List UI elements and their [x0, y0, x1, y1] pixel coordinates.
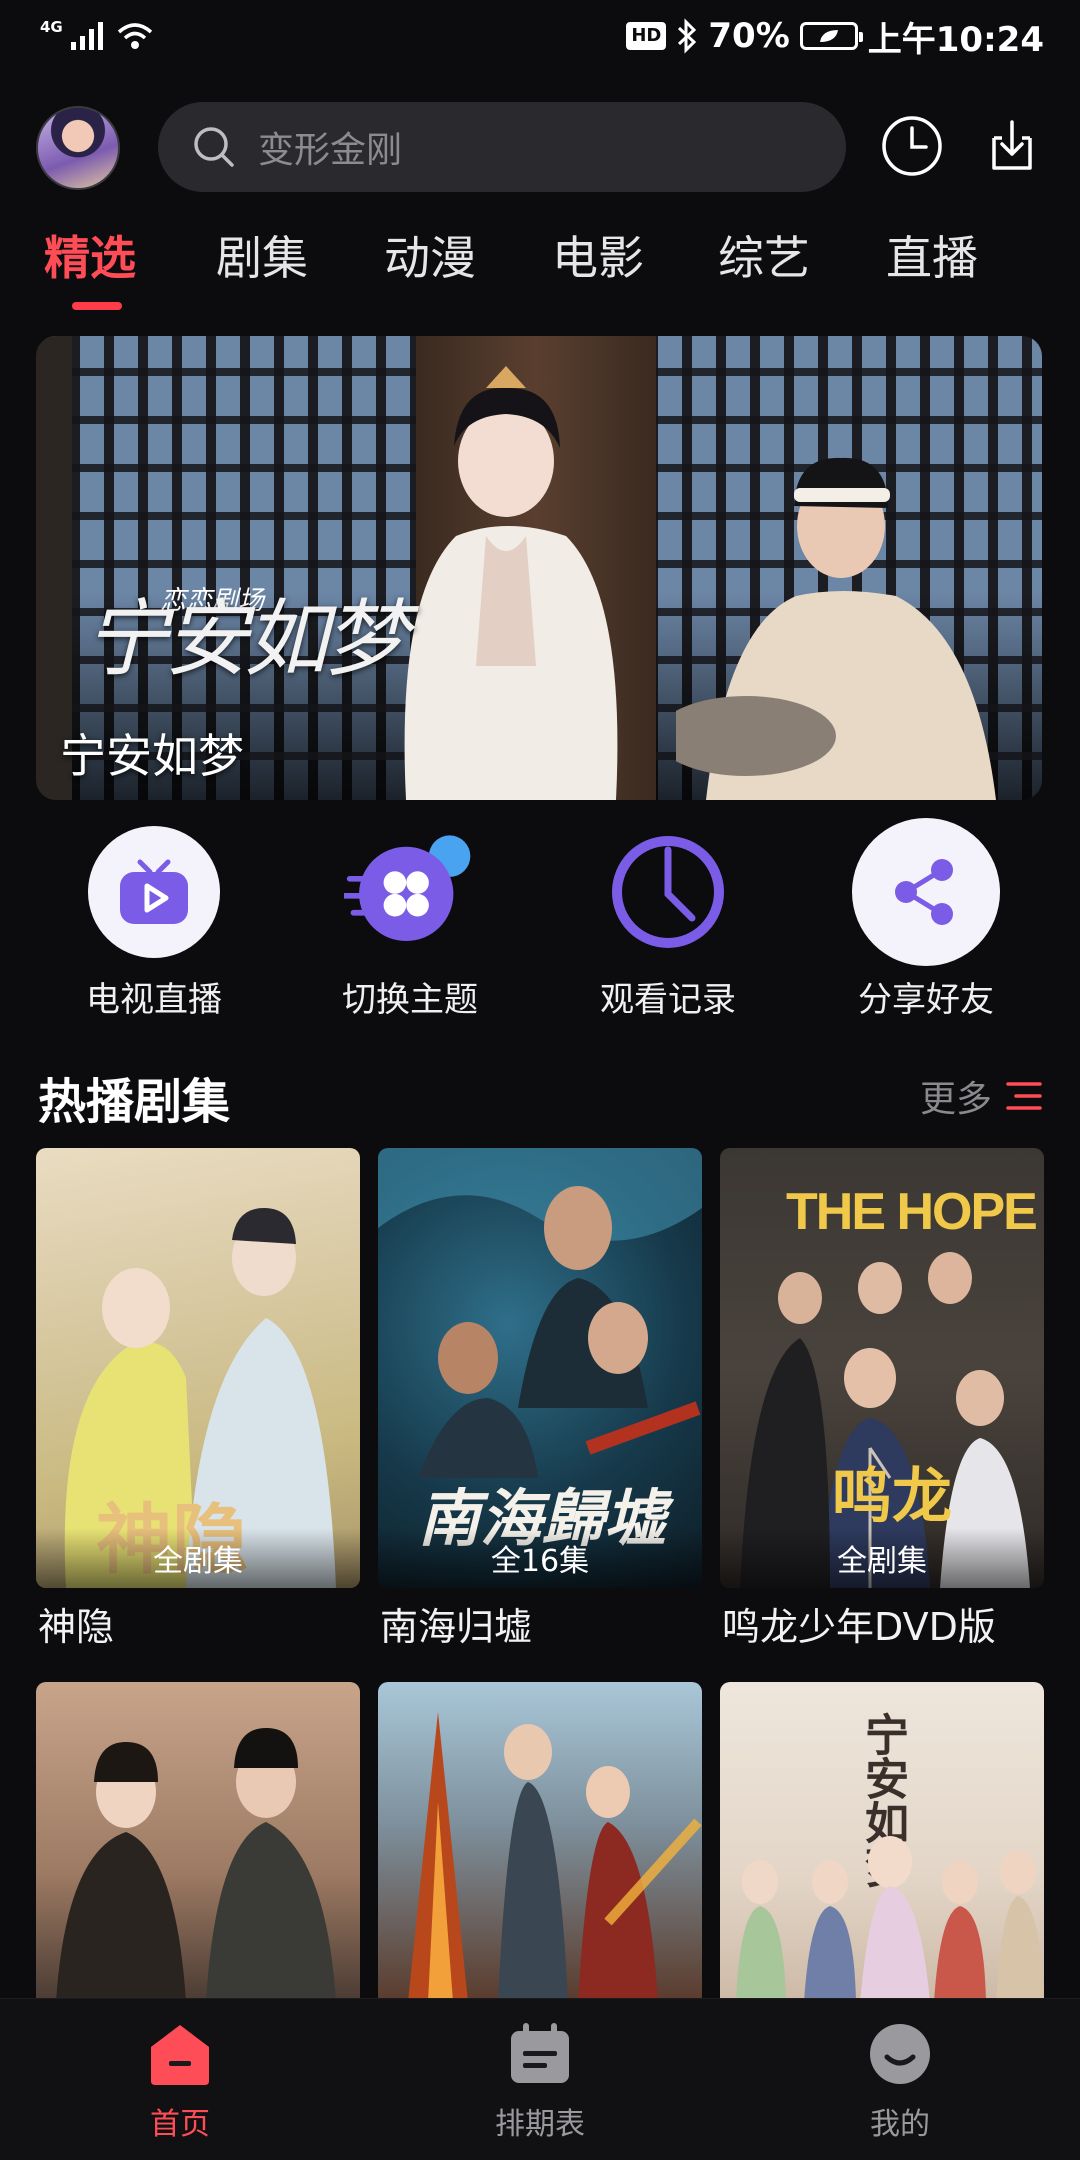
quick-action-label: 电视直播 [86, 980, 222, 1020]
episode-badge: 全剧集 [36, 1528, 360, 1588]
clock: 上午10:24 [867, 19, 1044, 60]
more-button[interactable]: 更多 [920, 1070, 1042, 1122]
calendar-icon [511, 2023, 569, 2083]
search-input[interactable]: 变形金刚 [158, 102, 846, 192]
status-bar: 4G HD 70% 上午10:24 [0, 0, 1080, 72]
history-icon [612, 836, 724, 948]
nav-label: 我的 [870, 2107, 930, 2142]
poster-title[interactable]: 南海归墟 [380, 1596, 532, 1651]
poster-title[interactable]: 鸣龙少年DVD版 [722, 1596, 996, 1651]
nav-home[interactable]: 首页 [90, 2021, 270, 2143]
poster-title[interactable]: 神隐 [38, 1596, 114, 1651]
episode-badge: 全剧集 [720, 1528, 1044, 1588]
quick-action-label: 分享好友 [858, 980, 994, 1020]
poster-card[interactable] [36, 1682, 360, 2002]
home-icon [151, 2025, 209, 2085]
category-tabs: 精选 剧集 动漫 电影 综艺 直播 [0, 222, 1080, 312]
banner-title: 宁安如梦 [60, 729, 244, 783]
search-placeholder: 变形金刚 [258, 130, 403, 171]
section-title: 热播剧集 [38, 1074, 231, 1130]
list-icon [1006, 1082, 1042, 1110]
battery-icon [799, 22, 863, 50]
profile-icon [870, 2024, 930, 2084]
share-icon [895, 859, 953, 925]
quick-actions: 电视直播 切换主题 观看记录 分享好友 [0, 818, 1080, 1026]
more-label: 更多 [919, 1079, 992, 1120]
signal-icon [70, 22, 103, 50]
tab-live[interactable]: 直播 [886, 222, 978, 288]
quick-action-history[interactable]: 观看记录 [568, 826, 768, 1021]
tab-movies[interactable]: 电影 [552, 222, 644, 288]
tab-indicator [72, 302, 122, 310]
tv-icon [120, 859, 188, 924]
top-bar: 变形金刚 [0, 100, 1080, 196]
nav-schedule[interactable]: 排期表 [450, 2021, 630, 2143]
bluetooth-icon [678, 18, 697, 54]
theme-icon [344, 835, 471, 942]
network-type: 4G [40, 17, 63, 36]
bottom-nav: 首页 排期表 我的 [0, 1998, 1080, 2160]
quick-action-share[interactable]: 分享好友 [826, 818, 1026, 1021]
poster-card[interactable] [378, 1682, 702, 2002]
hot-series-header: 热播剧集 更多 [38, 1062, 1042, 1130]
download-button[interactable] [980, 114, 1044, 178]
nav-label: 首页 [150, 2107, 210, 2142]
tab-anime[interactable]: 动漫 [384, 222, 476, 288]
battery-percent: 70% [708, 16, 790, 56]
tab-featured[interactable]: 精选 [44, 222, 136, 288]
poster-card[interactable]: 宁安如梦 [720, 1682, 1044, 2002]
poster-card[interactable]: THE HOPE 鸣龙 全剧集 [720, 1148, 1044, 1588]
history-button[interactable] [880, 114, 944, 178]
poster-art-row2-3 [736, 1836, 1044, 2002]
nav-label: 排期表 [495, 2107, 585, 2142]
poster-art-row2-1 [56, 1728, 336, 2002]
search-icon [194, 127, 234, 167]
banner-logo: 宁安如梦 [84, 590, 408, 688]
hd-badge: HD [626, 22, 667, 50]
avatar[interactable] [36, 106, 120, 190]
tab-series[interactable]: 剧集 [216, 222, 308, 288]
quick-action-label: 切换主题 [342, 980, 478, 1020]
quick-action-label: 观看记录 [600, 980, 736, 1020]
nav-profile[interactable]: 我的 [810, 2021, 990, 2143]
banner-figure-man [676, 457, 996, 800]
tab-variety[interactable]: 综艺 [718, 222, 810, 288]
quick-action-tv-live[interactable]: 电视直播 [54, 826, 254, 1021]
quick-action-theme[interactable]: 切换主题 [310, 826, 510, 1021]
episode-badge: 全16集 [378, 1528, 702, 1588]
clock-icon [882, 116, 942, 176]
hero-banner[interactable]: 恋恋剧场 宁安如梦 宁安如梦 [36, 336, 1042, 800]
wifi-icon [117, 23, 152, 49]
poster-art-text-cn: 鸣龙 [832, 1462, 952, 1532]
download-icon [992, 120, 1032, 170]
poster-card[interactable]: 神隐 全剧集 [36, 1148, 360, 1588]
banner-figure-woman [404, 366, 618, 800]
poster-card[interactable]: 南海歸墟 全16集 [378, 1148, 702, 1588]
poster-art-row2-2 [408, 1712, 702, 2002]
